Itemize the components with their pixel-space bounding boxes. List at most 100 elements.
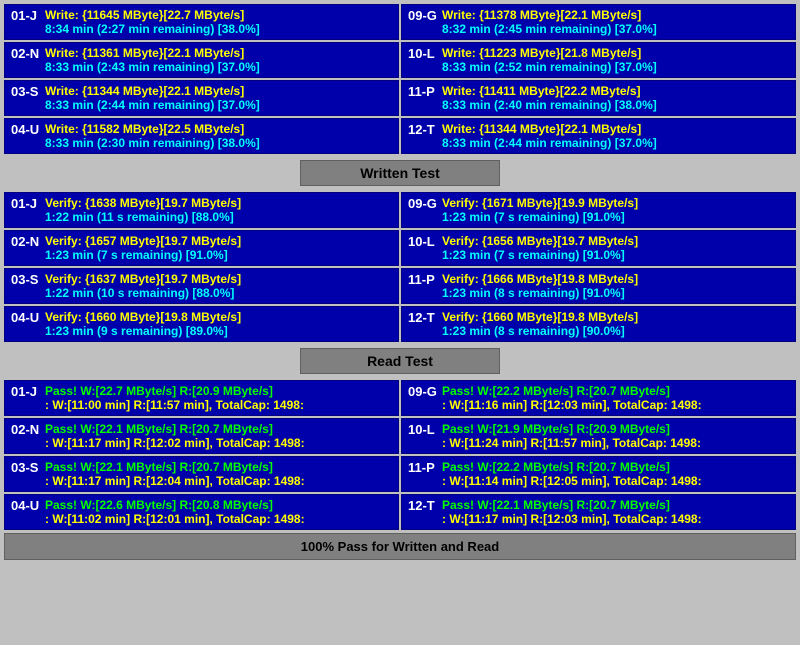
cell-line1: Verify: {1660 MByte}[19.8 MByte/s] [442, 310, 789, 324]
pass-section: 01-JPass! W:[22.7 MByte/s] R:[20.9 MByte… [4, 380, 796, 530]
cell-content: Verify: {1637 MByte}[19.7 MByte/s]1:22 m… [45, 272, 392, 300]
cell-content: Pass! W:[22.1 MByte/s] R:[20.7 MByte/s]:… [442, 498, 702, 526]
pass-cell-01-j: 01-JPass! W:[22.7 MByte/s] R:[20.9 MByte… [4, 380, 399, 416]
cell-line1: Verify: {1657 MByte}[19.7 MByte/s] [45, 234, 392, 248]
cell-line2: 8:32 min (2:45 min remaining) [37.0%] [442, 22, 789, 36]
cell-line1: Write: {11344 MByte}[22.1 MByte/s] [442, 122, 789, 136]
cell-content: Verify: {1666 MByte}[19.8 MByte/s]1:23 m… [442, 272, 789, 300]
cell-03-s: 03-S Verify: {1637 MByte}[19.7 MByte/s]1:… [4, 268, 399, 304]
cell-content: Verify: {1656 MByte}[19.7 MByte/s]1:23 m… [442, 234, 789, 262]
cell-line2: 1:22 min (11 s remaining) [88.0%] [45, 210, 392, 224]
pass-cell-12-t: 12-T Pass! W:[22.1 MByte/s] R:[20.7 MByte… [401, 494, 796, 530]
cell-line1: Pass! W:[22.1 MByte/s] R:[20.7 MByte/s] [45, 422, 305, 436]
cell-label: 12-T [408, 310, 438, 325]
cell-line1: Pass! W:[21.9 MByte/s] R:[20.9 MByte/s] [442, 422, 701, 436]
cell-line2: 8:33 min (2:52 min remaining) [37.0%] [442, 60, 789, 74]
write-section: 01-JWrite: {11645 MByte}[22.7 MByte/s]8:… [4, 4, 796, 190]
cell-content: Verify: {1660 MByte}[19.8 MByte/s]1:23 m… [45, 310, 392, 338]
cell-label: 11-P [408, 272, 438, 287]
cell-03-s: 03-SWrite: {11344 MByte}[22.1 MByte/s]8:… [4, 80, 399, 116]
cell-label: 02-N [11, 46, 41, 61]
cell-04-u: 04-U Verify: {1660 MByte}[19.8 MByte/s]1:… [4, 306, 399, 342]
cell-label: 04-U [11, 498, 41, 513]
cell-line1: Write: {11582 MByte}[22.5 MByte/s] [45, 122, 392, 136]
cell-02-n: 02-N Verify: {1657 MByte}[19.7 MByte/s]1:… [4, 230, 399, 266]
cell-label: 10-L [408, 46, 438, 61]
cell-line2: 8:33 min (2:44 min remaining) [37.0%] [45, 98, 392, 112]
cell-line1: Verify: {1656 MByte}[19.7 MByte/s] [442, 234, 789, 248]
cell-line2: 8:33 min (2:40 min remaining) [38.0%] [442, 98, 789, 112]
cell-content: Verify: {1660 MByte}[19.8 MByte/s]1:23 m… [442, 310, 789, 338]
cell-content: Verify: {1638 MByte}[19.7 MByte/s]1:22 m… [45, 196, 392, 224]
cell-label: 12-T [408, 498, 438, 513]
cell-content: Write: {11378 MByte}[22.1 MByte/s]8:32 m… [442, 8, 789, 36]
cell-10-l: 10-L Write: {11223 MByte}[21.8 MByte/s]8:… [401, 42, 796, 78]
cell-line1: Write: {11223 MByte}[21.8 MByte/s] [442, 46, 789, 60]
write-section-header: Written Test [300, 160, 500, 186]
cell-10-l: 10-LVerify: {1656 MByte}[19.7 MByte/s]1:… [401, 230, 796, 266]
cell-11-p: 11-P Verify: {1666 MByte}[19.8 MByte/s]1:… [401, 268, 796, 304]
cell-label: 03-S [11, 460, 41, 475]
cell-content: Write: {11344 MByte}[22.1 MByte/s]8:33 m… [45, 84, 392, 112]
cell-line1: Write: {11378 MByte}[22.1 MByte/s] [442, 8, 789, 22]
cell-label: 12-T [408, 122, 438, 137]
cell-line1: Write: {11361 MByte}[22.1 MByte/s] [45, 46, 392, 60]
cell-01-j: 01-J Verify: {1638 MByte}[19.7 MByte/s]1:… [4, 192, 399, 228]
cell-line1: Verify: {1637 MByte}[19.7 MByte/s] [45, 272, 392, 286]
cell-label: 01-J [11, 196, 41, 211]
cell-line1: Verify: {1666 MByte}[19.8 MByte/s] [442, 272, 789, 286]
cell-line2: 1:23 min (8 s remaining) [91.0%] [442, 286, 789, 300]
cell-line2: 8:34 min (2:27 min remaining) [38.0%] [45, 22, 392, 36]
cell-label: 02-N [11, 422, 41, 437]
cell-content: Write: {11223 MByte}[21.8 MByte/s]8:33 m… [442, 46, 789, 74]
pass-cell-03-s: 03-S Pass! W:[22.1 MByte/s] R:[20.7 MByte… [4, 456, 399, 492]
cell-label: 10-L [408, 422, 438, 437]
cell-line2: 8:33 min (2:30 min remaining) [38.0%] [45, 136, 392, 150]
cell-label: 01-J [11, 8, 41, 23]
cell-label: 09-G [408, 8, 438, 23]
cell-line1: Pass! W:[22.2 MByte/s] R:[20.7 MByte/s] [442, 384, 702, 398]
cell-line2: : W:[11:17 min] R:[12:04 min], TotalCap:… [45, 474, 305, 488]
main-container: 01-JWrite: {11645 MByte}[22.7 MByte/s]8:… [0, 0, 800, 564]
cell-line2: : W:[11:16 min] R:[12:03 min], TotalCap:… [442, 398, 702, 412]
cell-content: Pass! W:[22.2 MByte/s] R:[20.7 MByte/s]:… [442, 384, 702, 412]
cell-line2: 1:22 min (10 s remaining) [88.0%] [45, 286, 392, 300]
cell-label: 11-P [408, 84, 438, 99]
cell-01-j: 01-J Write: {11645 MByte}[22.7 MByte/s]8:… [4, 4, 399, 40]
cell-line1: Pass! W:[22.6 MByte/s] R:[20.8 MByte/s] [45, 498, 305, 512]
cell-content: Verify: {1657 MByte}[19.7 MByte/s]1:23 m… [45, 234, 392, 262]
cell-line1: Verify: {1638 MByte}[19.7 MByte/s] [45, 196, 392, 210]
cell-line2: : W:[11:17 min] R:[12:02 min], TotalCap:… [45, 436, 305, 450]
read-section-header: Read Test [300, 348, 500, 374]
pass-grid: 01-JPass! W:[22.7 MByte/s] R:[20.9 MByte… [4, 380, 796, 530]
cell-12-t: 12-T Verify: {1660 MByte}[19.8 MByte/s]1:… [401, 306, 796, 342]
cell-label: 03-S [11, 272, 41, 287]
cell-content: Pass! W:[22.7 MByte/s] R:[20.9 MByte/s]:… [45, 384, 304, 412]
cell-04-u: 04-U Write: {11582 MByte}[22.5 MByte/s]8:… [4, 118, 399, 154]
cell-line1: Write: {11411 MByte}[22.2 MByte/s] [442, 84, 789, 98]
pass-cell-11-p: 11-PPass! W:[22.2 MByte/s] R:[20.7 MByte… [401, 456, 796, 492]
cell-content: Write: {11344 MByte}[22.1 MByte/s]8:33 m… [442, 122, 789, 150]
cell-line2: : W:[11:00 min] R:[11:57 min], TotalCap:… [45, 398, 304, 412]
cell-line2: 1:23 min (7 s remaining) [91.0%] [45, 248, 392, 262]
cell-label: 09-G [408, 384, 438, 399]
write-grid: 01-JWrite: {11645 MByte}[22.7 MByte/s]8:… [4, 4, 796, 154]
cell-line1: Verify: {1660 MByte}[19.8 MByte/s] [45, 310, 392, 324]
cell-label: 02-N [11, 234, 41, 249]
cell-line1: Pass! W:[22.1 MByte/s] R:[20.7 MByte/s] [45, 460, 305, 474]
verify-section: 01-JVerify: {1638 MByte}[19.7 MByte/s]1:… [4, 192, 796, 378]
cell-line2: 8:33 min (2:44 min remaining) [37.0%] [442, 136, 789, 150]
cell-label: 04-U [11, 310, 41, 325]
cell-line1: Write: {11344 MByte}[22.1 MByte/s] [45, 84, 392, 98]
cell-content: Pass! W:[22.1 MByte/s] R:[20.7 MByte/s]:… [45, 460, 305, 488]
cell-label: 04-U [11, 122, 41, 137]
cell-line1: Pass! W:[22.2 MByte/s] R:[20.7 MByte/s] [442, 460, 702, 474]
cell-content: Write: {11411 MByte}[22.2 MByte/s]8:33 m… [442, 84, 789, 112]
verify-grid: 01-JVerify: {1638 MByte}[19.7 MByte/s]1:… [4, 192, 796, 342]
cell-content: Write: {11645 MByte}[22.7 MByte/s]8:34 m… [45, 8, 392, 36]
cell-02-n: 02-N Write: {11361 MByte}[22.1 MByte/s]8:… [4, 42, 399, 78]
cell-content: Write: {11361 MByte}[22.1 MByte/s]8:33 m… [45, 46, 392, 74]
cell-line1: Write: {11645 MByte}[22.7 MByte/s] [45, 8, 392, 22]
cell-line1: Pass! W:[22.7 MByte/s] R:[20.9 MByte/s] [45, 384, 304, 398]
pass-cell-09-g: 09-G Pass! W:[22.2 MByte/s] R:[20.7 MByte… [401, 380, 796, 416]
